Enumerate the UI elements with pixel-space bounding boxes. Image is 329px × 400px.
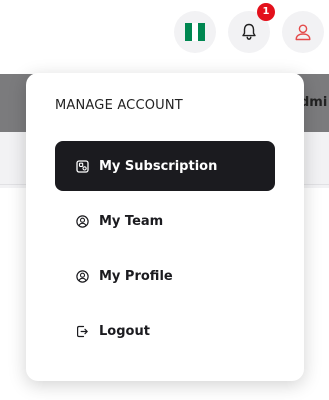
flag-green-right [198, 23, 205, 41]
menu-item-label: My Subscription [99, 158, 218, 174]
menu-item-my-profile[interactable]: My Profile [55, 251, 275, 301]
language-selector-button[interactable] [174, 11, 216, 53]
nigeria-flag-icon [185, 23, 205, 41]
top-bar: 1 [0, 0, 329, 66]
menu-item-label: Logout [99, 323, 150, 339]
account-dropdown-menu: MANAGE ACCOUNT My Subscription My Team M… [26, 73, 304, 381]
menu-item-logout[interactable]: Logout [55, 306, 275, 356]
page-header-text: dmi [300, 95, 328, 110]
subscription-icon [75, 159, 89, 173]
account-menu-button[interactable] [282, 11, 324, 53]
menu-item-my-subscription[interactable]: My Subscription [55, 141, 275, 191]
bell-icon [242, 23, 256, 40]
dropdown-title: MANAGE ACCOUNT [55, 98, 183, 113]
menu-item-label: My Team [99, 213, 164, 229]
user-circle-icon [75, 269, 89, 283]
user-icon [295, 24, 311, 41]
menu-item-my-team[interactable]: My Team [55, 196, 275, 246]
notification-count-badge: 1 [257, 3, 275, 21]
menu-item-label: My Profile [99, 268, 173, 284]
flag-green-left [185, 23, 192, 41]
user-circle-icon [75, 214, 89, 228]
logout-icon [75, 324, 89, 338]
